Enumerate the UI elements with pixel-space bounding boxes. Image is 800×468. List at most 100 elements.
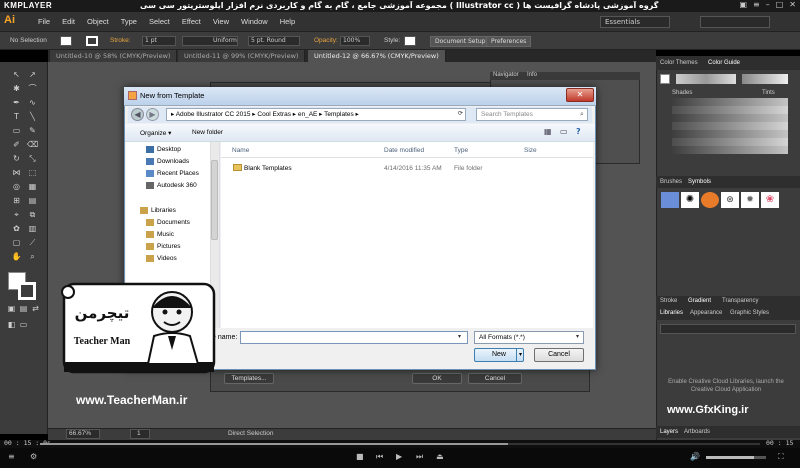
filename-dropdown-icon[interactable]: ▾ [458, 333, 461, 340]
gradient-tool-icon[interactable]: ▤ [27, 196, 38, 206]
file-name-cell[interactable]: Blank Templates [244, 165, 292, 172]
pen-tool-icon[interactable]: ✒ [11, 98, 22, 108]
stroke-label[interactable]: Stroke: [110, 37, 131, 44]
gradient-tab[interactable]: Gradient [688, 298, 711, 304]
stroke-tab[interactable]: Stroke [660, 298, 677, 304]
new-button-dropdown-icon[interactable]: ▾ [516, 349, 524, 361]
magic-wand-icon[interactable]: ✱ [11, 84, 22, 94]
format-select[interactable]: All Formats (*.*) [474, 331, 584, 344]
next-icon[interactable]: ⏭ [416, 452, 423, 462]
lasso-icon[interactable]: ⌒ [27, 84, 38, 94]
transparency-tab[interactable]: Transparency [722, 298, 758, 304]
paintbrush-icon[interactable]: ✎ [27, 126, 38, 136]
file-name-input[interactable] [240, 331, 468, 344]
col-size[interactable]: Size [524, 147, 537, 154]
search-templates-input[interactable]: Search Templates [476, 108, 588, 121]
shape-builder-icon[interactable]: ◎ [11, 182, 22, 192]
opacity-label[interactable]: Opacity: [314, 37, 338, 44]
column-graph-icon[interactable]: ▥ [27, 224, 38, 234]
back-cancel-button[interactable]: Cancel [468, 373, 522, 384]
nav-libraries[interactable]: Libraries [140, 207, 176, 214]
zoom-field[interactable]: 66.67% [66, 429, 100, 439]
gradient-color-icon[interactable]: ▤ [18, 304, 29, 314]
artboards-tab[interactable]: Artboards [684, 429, 710, 435]
zoom-tool-icon[interactable]: ⌕ [27, 252, 38, 262]
stop-icon[interactable]: ■ [356, 452, 364, 461]
hand-tool-icon[interactable]: ✋ [11, 252, 22, 262]
direct-selection-tool-icon[interactable]: ↗ [27, 70, 38, 80]
menu-icon[interactable]: ≡ [753, 0, 760, 9]
brushes-tab[interactable]: Brushes [660, 179, 682, 185]
stroke-swatch[interactable] [86, 36, 98, 46]
nav-videos[interactable]: Videos [146, 255, 177, 262]
doc-tab-untitled-11[interactable]: Untitled-11 @ 99% (CMYK/Preview) [178, 50, 306, 62]
ok-button[interactable]: OK [412, 373, 462, 384]
player-settings-icon[interactable]: ⚙ [30, 452, 37, 461]
preview-pane-icon[interactable]: ▭ [560, 127, 570, 137]
flower-symbol-icon[interactable]: ❀ [761, 192, 779, 208]
breadcrumb[interactable]: ▸ Adobe Illustrator CC 2015 ▸ Cool Extra… [166, 108, 466, 121]
type-tool-icon[interactable]: T [11, 112, 22, 122]
curvature-tool-icon[interactable]: ∿ [27, 98, 38, 108]
symbols-tab[interactable]: Symbols [688, 179, 711, 185]
menu-view[interactable]: View [207, 17, 235, 26]
document-setup-button[interactable]: Document Setup [430, 36, 491, 47]
templates-button[interactable]: Templates... [224, 373, 274, 384]
symbol-swatch-1[interactable] [661, 192, 679, 208]
menu-effect[interactable]: Effect [176, 17, 207, 26]
workspace-switcher[interactable]: Essentials [600, 16, 670, 28]
none-color-icon[interactable]: ▣ [6, 304, 17, 314]
player-menu-icon[interactable]: ≡ [8, 452, 15, 461]
nav-scroll-thumb[interactable] [211, 160, 218, 240]
stock-search-input[interactable] [700, 16, 770, 28]
slice-tool-icon[interactable]: ⟋ [27, 238, 38, 248]
nav-recent-places[interactable]: Recent Places [146, 170, 199, 177]
shaper-tool-icon[interactable]: ✐ [11, 140, 22, 150]
menu-help[interactable]: Help [274, 17, 301, 26]
harmony-menu[interactable] [742, 74, 788, 84]
new-folder-button[interactable]: New folder [192, 129, 223, 136]
view-options-icon[interactable]: ▦ [544, 127, 554, 137]
nav-downloads[interactable]: Downloads [146, 158, 189, 165]
artboard-tool-icon[interactable]: ▢ [11, 238, 22, 248]
format-dropdown-icon[interactable]: ▾ [576, 333, 579, 340]
graphic-styles-tab[interactable]: Graphic Styles [730, 310, 769, 316]
opacity-field[interactable]: 100% [340, 36, 370, 46]
nav-music[interactable]: Music [146, 231, 174, 238]
color-themes-tab[interactable]: Color Themes [660, 60, 698, 66]
stroke-weight-field[interactable]: 1 pt [142, 36, 176, 46]
col-date-modified[interactable]: Date modified [384, 147, 424, 154]
menu-select[interactable]: Select [143, 17, 176, 26]
nav-desktop[interactable]: Desktop [146, 146, 181, 153]
screen-mode-icon[interactable]: ▭ [18, 320, 29, 330]
swap-color-icon[interactable]: ⇄ [30, 304, 41, 314]
preferences-button[interactable]: Preferences [486, 36, 532, 47]
maximize-icon[interactable]: □ [776, 0, 784, 9]
minimize-icon[interactable]: – [766, 0, 770, 9]
orange-symbol-icon[interactable] [701, 192, 719, 208]
stroke-profile-select[interactable]: Uniform [182, 36, 238, 46]
libraries-tab[interactable]: Libraries [660, 310, 683, 316]
organize-menu[interactable]: Organize ▾ [140, 129, 171, 137]
brush-select[interactable]: 5 pt. Round [248, 36, 300, 46]
nav-pictures[interactable]: Pictures [146, 243, 180, 250]
refresh-icon[interactable]: ⟳ [458, 110, 463, 117]
width-tool-icon[interactable]: ⋈ [11, 168, 22, 178]
eraser-icon[interactable]: ⌫ [27, 140, 38, 150]
layers-tab[interactable]: Layers [660, 429, 678, 435]
doc-tab-untitled-12[interactable]: Untitled-12 @ 66.67% (CMYK/Preview) [308, 50, 446, 62]
close-icon[interactable]: ✕ [789, 0, 796, 9]
nav-autodesk-360[interactable]: Autodesk 360 [146, 182, 197, 189]
cancel-button[interactable]: Cancel [534, 348, 584, 362]
dialog-close-icon[interactable]: ✕ [566, 88, 594, 102]
play-icon[interactable]: ▶ [396, 452, 402, 461]
nav-documents[interactable]: Documents [146, 219, 190, 226]
rectangle-tool-icon[interactable]: ▭ [11, 126, 22, 136]
menu-file[interactable]: File [32, 17, 56, 26]
library-select[interactable] [660, 324, 796, 334]
menu-type[interactable]: Type [115, 17, 143, 26]
mesh-tool-icon[interactable]: ⊞ [11, 196, 22, 206]
draw-normal-icon[interactable]: ◧ [6, 320, 17, 330]
style-swatch[interactable] [404, 36, 416, 46]
appearance-tab[interactable]: Appearance [690, 310, 722, 316]
